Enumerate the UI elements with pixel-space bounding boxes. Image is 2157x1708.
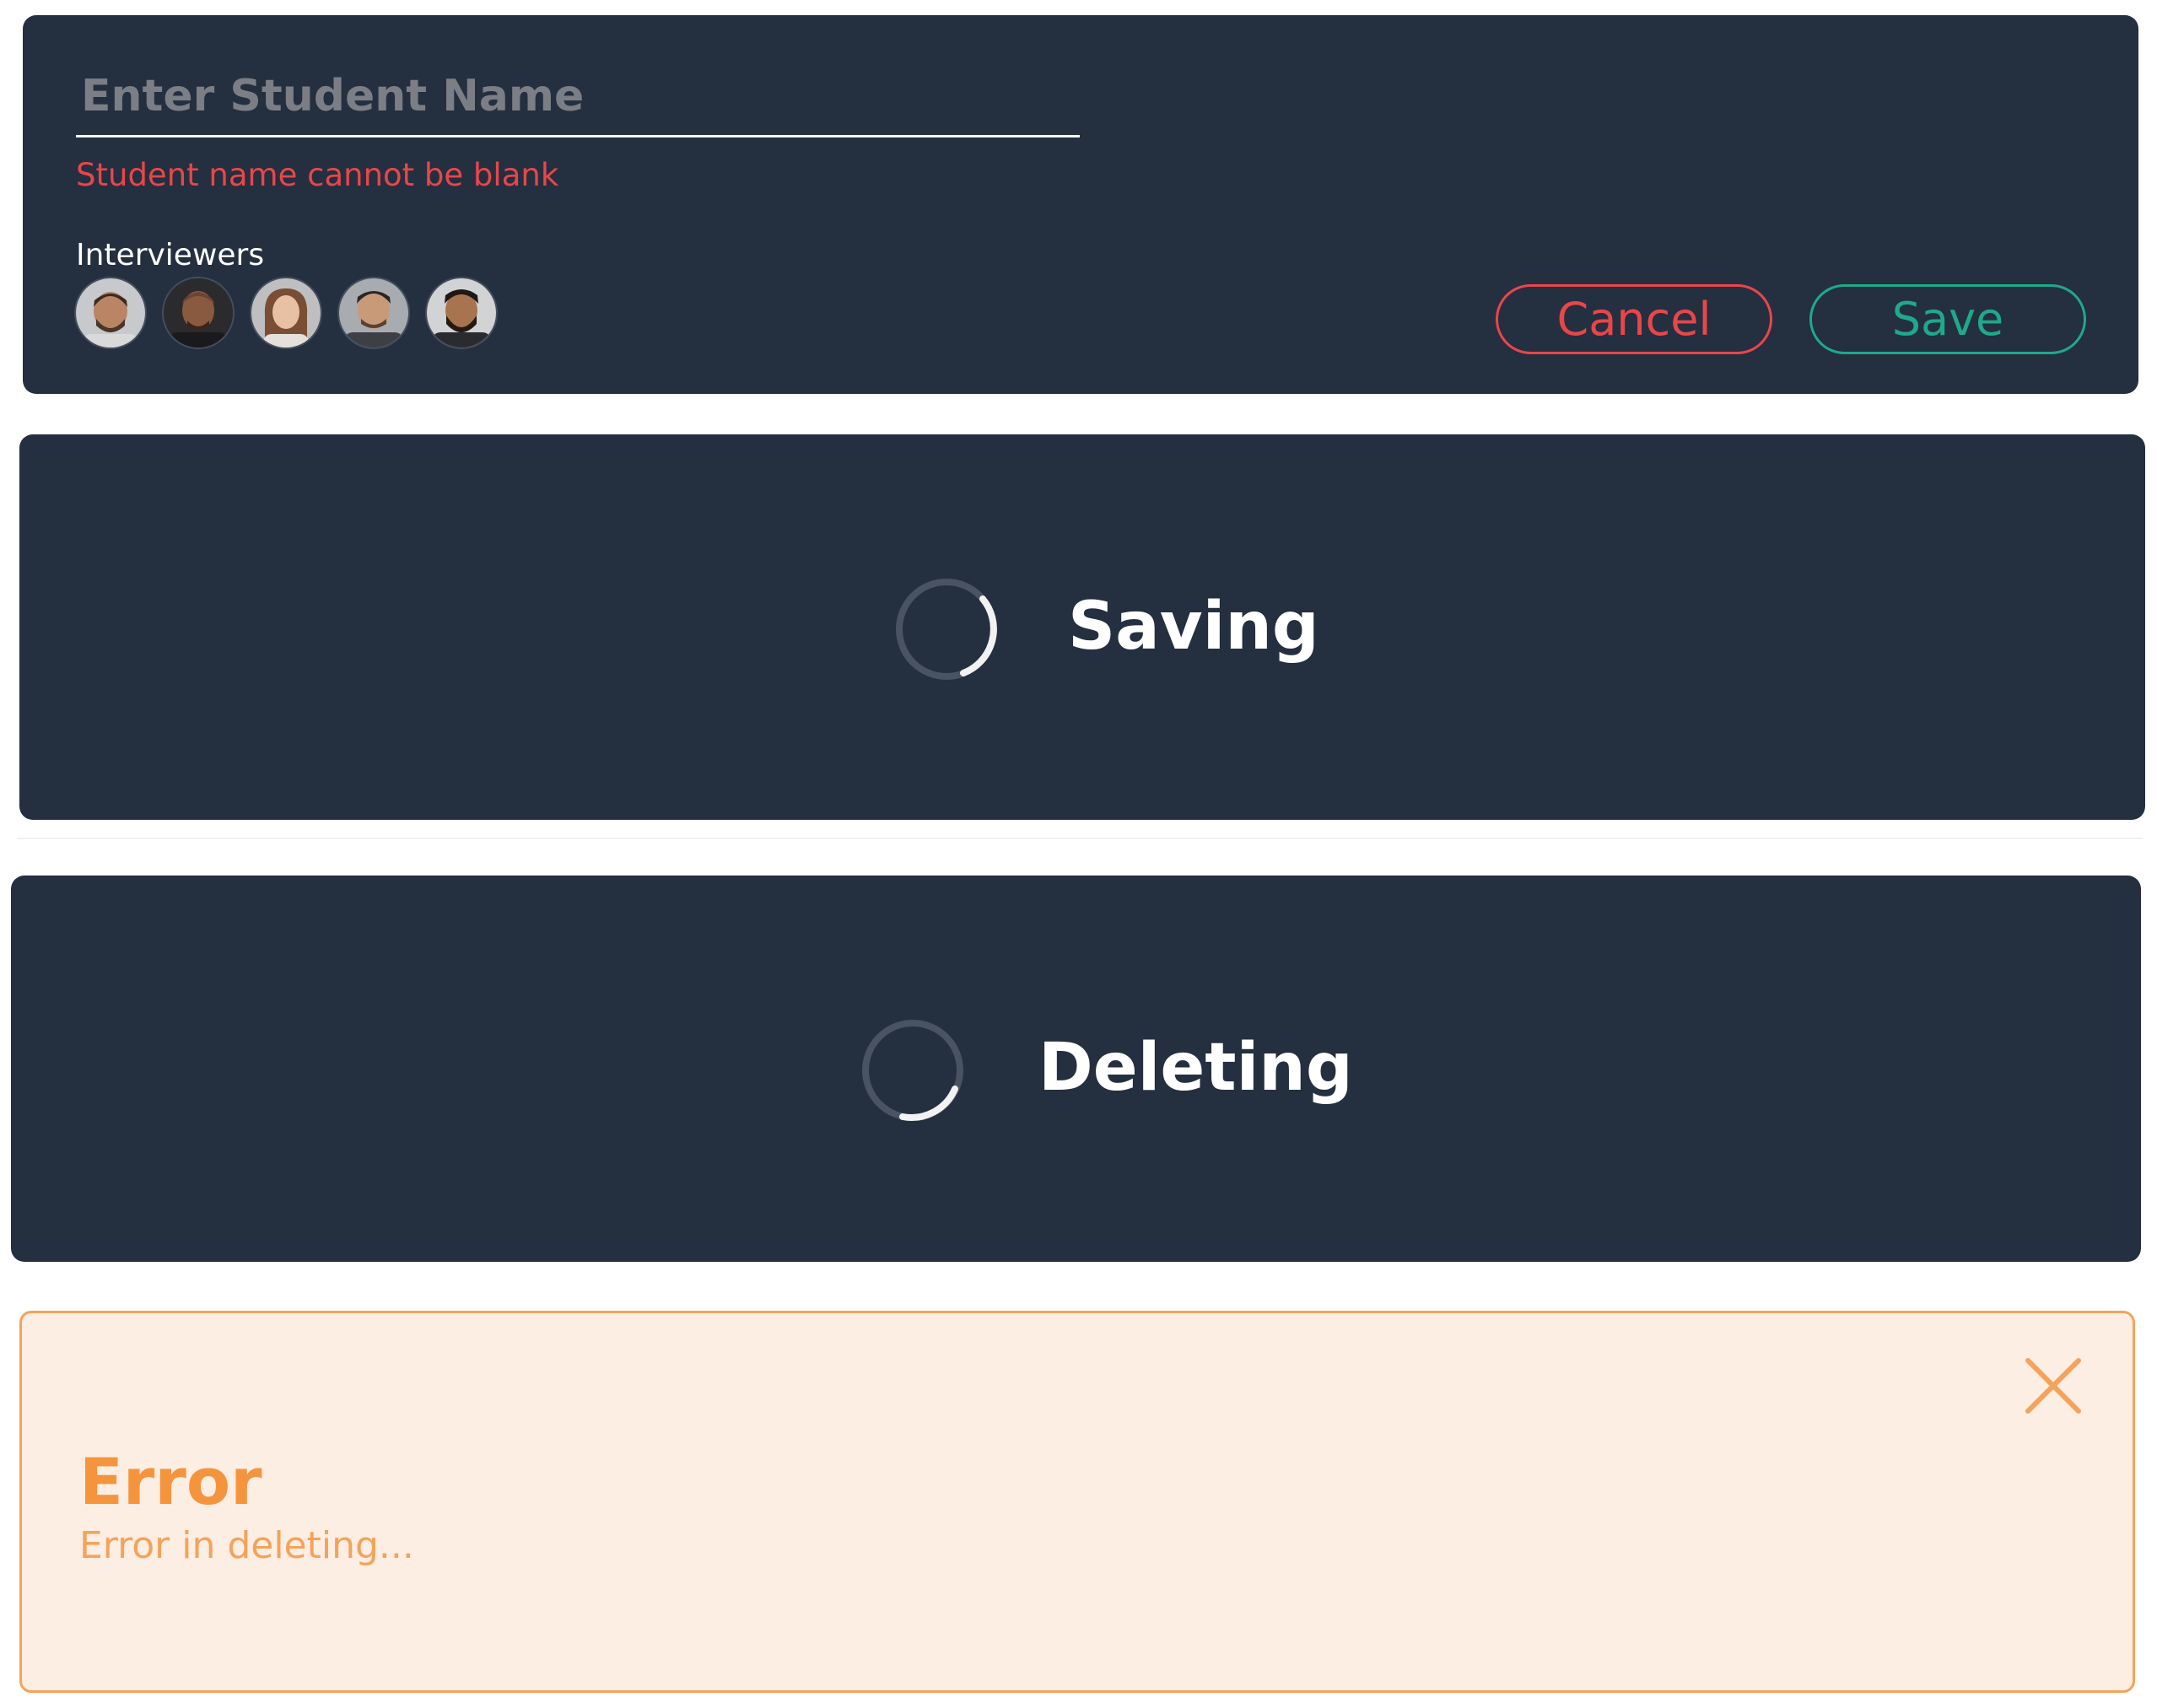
- create-appointment-form: Student name cannot be blank Interviewer…: [23, 15, 2138, 394]
- interviewer-avatar-5[interactable]: [427, 278, 496, 348]
- error-title: Error: [79, 1444, 262, 1519]
- deleting-label: Deleting: [1038, 1030, 1353, 1106]
- saving-label: Saving: [1068, 589, 1319, 665]
- interviewer-avatar-3[interactable]: [251, 278, 321, 348]
- validation-error-message: Student name cannot be blank: [76, 157, 559, 193]
- spinner-icon: [896, 579, 997, 680]
- error-message: Error in deleting...: [79, 1524, 414, 1567]
- interviewer-avatar-2[interactable]: [164, 278, 233, 348]
- avatar-photo-4: [339, 278, 408, 348]
- close-icon: [2025, 1358, 2081, 1414]
- avatar-photo-5: [427, 278, 496, 348]
- interviewers-label: Interviewers: [76, 238, 265, 272]
- avatar-photo-3: [251, 278, 321, 348]
- saving-status-panel: Saving: [19, 434, 2145, 820]
- spinner-icon: [862, 1020, 963, 1121]
- error-alert: Error Error in deleting...: [19, 1311, 2135, 1693]
- save-button[interactable]: Save: [1809, 284, 2086, 354]
- avatar-photo-2: [164, 278, 233, 348]
- avatar-photo-1: [76, 278, 145, 348]
- cancel-button[interactable]: Cancel: [1496, 284, 1772, 354]
- divider: [17, 838, 2143, 839]
- deleting-status-panel: Deleting: [11, 876, 2141, 1262]
- interviewer-avatar-1[interactable]: [76, 278, 145, 348]
- student-name-input[interactable]: [76, 62, 1080, 137]
- close-button[interactable]: [2023, 1355, 2084, 1416]
- interviewer-avatar-4[interactable]: [339, 278, 408, 348]
- interviewers-list: [76, 278, 496, 350]
